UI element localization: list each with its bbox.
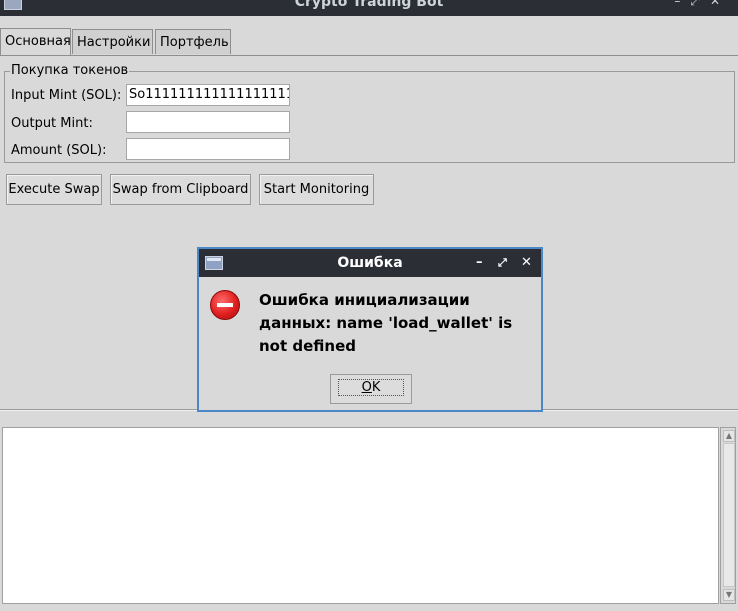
dialog-titlebar[interactable]: Ошибка – ⤢ ✕ [199,249,541,277]
execute-swap-button[interactable]: Execute Swap [6,174,102,205]
input-mint-field[interactable]: So11111111111111111111111111111111111111… [126,84,290,106]
dialog-message: Ошибка инициализации данных: name 'load_… [259,291,513,355]
window-controls[interactable]: –⤢✕ [674,0,730,9]
ok-button[interactable]: OK [330,374,412,404]
window-titlebar[interactable]: Crypto Trading Bot –⤢✕ [0,0,738,16]
window-title: Crypto Trading Bot [294,0,444,10]
output-mint-label: Output Mint: [11,116,93,131]
ok-button-label: OK [337,379,405,396]
output-mint-field[interactable] [126,111,290,133]
ok-mnemonic: O [361,380,372,395]
tab-divider [0,55,738,56]
input-mint-label: Input Mint (SOL): [11,88,122,103]
amount-label: Amount (SOL): [11,143,107,158]
tab-settings[interactable]: Настройки [72,29,153,54]
start-monitoring-button[interactable]: Start Monitoring [259,174,374,205]
window-bottom-edge [0,604,738,611]
error-dialog: Ошибка – ⤢ ✕ Ошибка инициализации данных… [197,247,543,412]
minimize-icon[interactable]: – [476,249,483,277]
scroll-down-arrow-icon[interactable]: ▼ [723,589,735,601]
scrollbar-thumb[interactable] [723,443,735,587]
log-scrollbar[interactable]: ▲ ▼ [720,427,736,604]
ok-label-rest: K [371,380,381,395]
token-purchase-group: Покупка токенов Input Mint (SOL): So1111… [4,64,735,163]
maximize-icon[interactable]: ⤢ [498,249,507,277]
swap-from-clipboard-button[interactable]: Swap from Clipboard [110,174,251,205]
scroll-up-arrow-icon[interactable]: ▲ [723,430,735,442]
token-purchase-legend: Покупка токенов [10,63,130,78]
tab-portfolio[interactable]: Портфель [155,29,231,54]
amount-field[interactable] [126,138,290,160]
dialog-title: Ошибка [337,255,403,271]
tab-main[interactable]: Основная [0,28,71,55]
close-icon[interactable]: ✕ [521,249,532,277]
error-icon [210,290,240,320]
log-textarea[interactable] [2,427,719,604]
